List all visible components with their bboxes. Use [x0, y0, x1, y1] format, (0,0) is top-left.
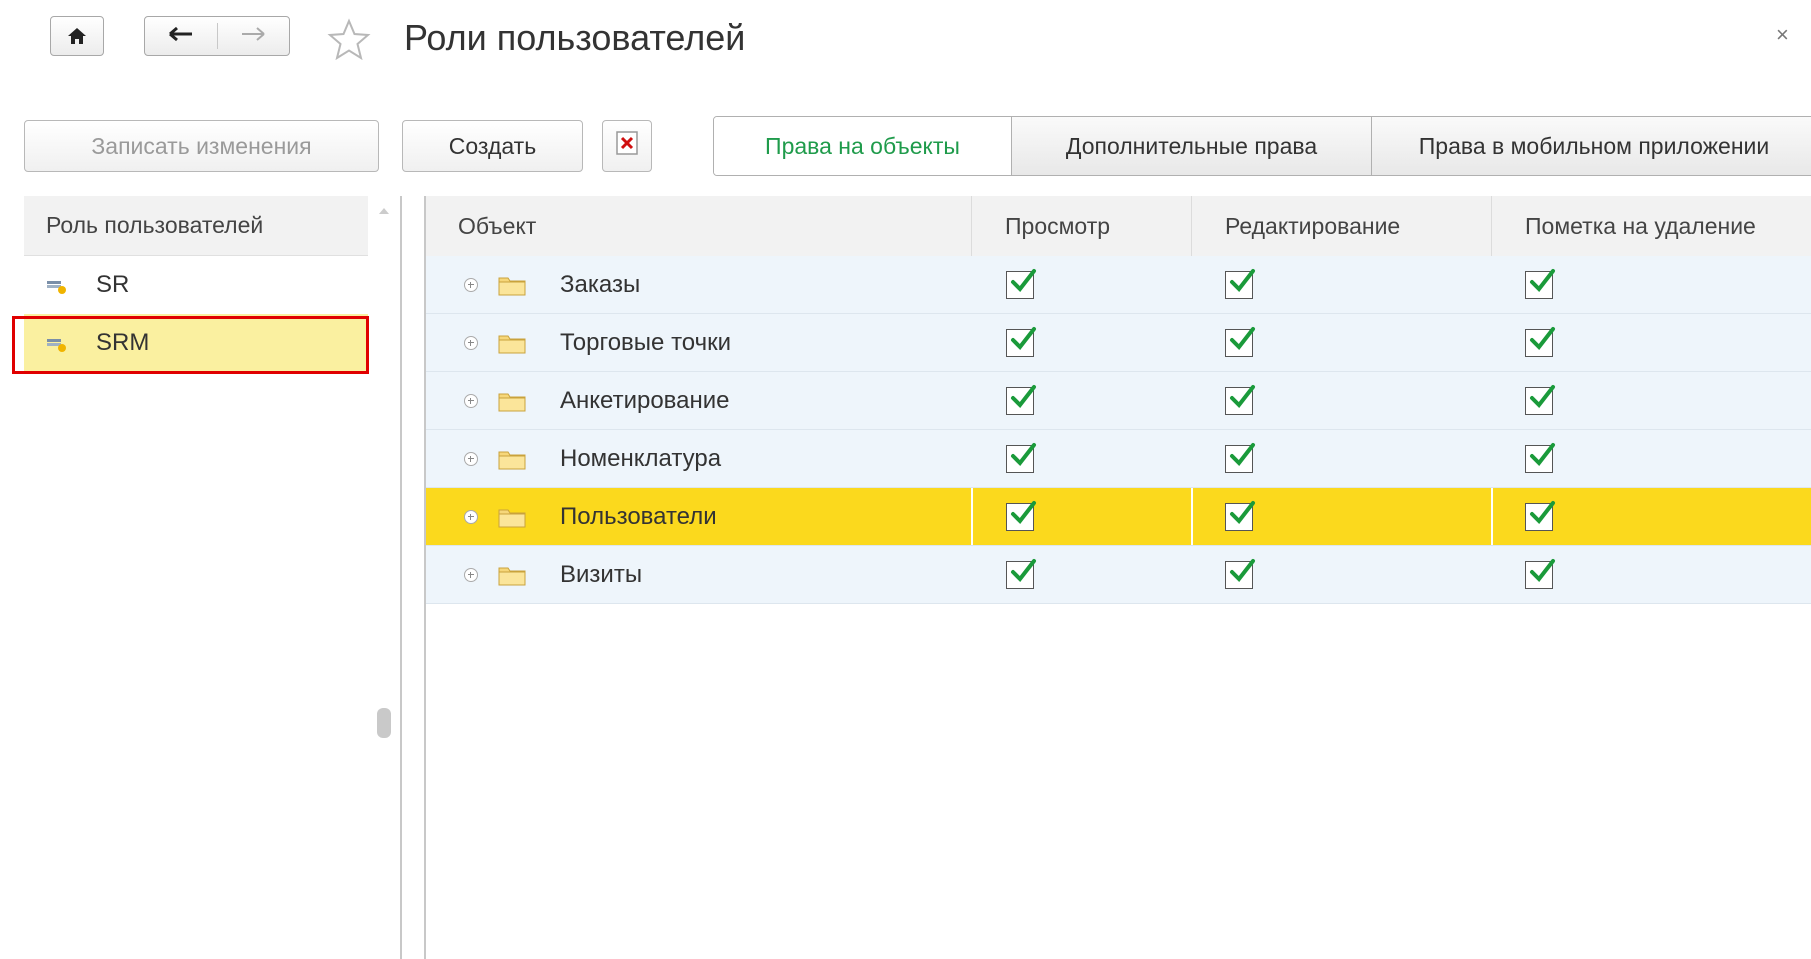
view-checkbox[interactable] [1006, 384, 1036, 415]
delete-mark-checkbox[interactable] [1525, 326, 1555, 357]
edit-cell [1225, 488, 1255, 545]
view-checkbox[interactable] [1006, 268, 1036, 299]
edit-checkbox[interactable] [1225, 500, 1255, 531]
delete-mark-checkbox[interactable] [1525, 558, 1555, 589]
view-cell [1006, 430, 1036, 487]
view-checkbox[interactable] [1006, 500, 1036, 531]
expand-icon[interactable] [464, 567, 478, 582]
favorite-button[interactable] [326, 18, 372, 62]
delete-button[interactable] [602, 120, 652, 172]
edit-cell [1225, 430, 1255, 487]
delete-mark-checkbox[interactable] [1525, 268, 1555, 299]
expand-icon[interactable] [464, 335, 478, 350]
create-button[interactable]: Создать [402, 120, 583, 172]
folder-icon [498, 390, 526, 412]
object-cell: Торговые точки [464, 314, 731, 371]
delete-mark-cell [1525, 488, 1555, 545]
object-cell: Пользователи [464, 488, 717, 545]
role-item-sr[interactable]: SR [24, 256, 368, 314]
column-edit[interactable]: Редактирование [1191, 196, 1491, 256]
folder-icon [498, 332, 526, 354]
delete-mark-cell [1525, 372, 1555, 429]
page-title: Роли пользователей [404, 17, 746, 58]
object-name: Заказы [560, 270, 641, 298]
edit-checkbox[interactable] [1225, 558, 1255, 589]
arrow-left-icon [168, 26, 194, 47]
rights-table-header: Объект Просмотр Редактирование Пометка н… [426, 196, 1811, 257]
view-cell [1006, 314, 1036, 371]
rights-table: Объект Просмотр Редактирование Пометка н… [424, 196, 1811, 959]
table-row[interactable]: Заказы [426, 256, 1811, 314]
history-navigation [144, 16, 290, 56]
table-row[interactable]: Номенклатура [426, 430, 1811, 488]
star-icon [326, 18, 372, 64]
role-label: SR [96, 271, 130, 298]
roles-list: Роль пользователей SR SRM [24, 196, 402, 959]
object-name: Визиты [560, 560, 643, 588]
home-icon [66, 26, 88, 46]
expand-icon[interactable] [464, 277, 478, 292]
object-cell: Визиты [464, 546, 642, 603]
back-button[interactable] [145, 17, 217, 55]
delete-icon [616, 131, 638, 161]
table-row[interactable]: Торговые точки [426, 314, 1811, 372]
view-checkbox[interactable] [1006, 326, 1036, 357]
view-checkbox[interactable] [1006, 442, 1036, 473]
delete-mark-checkbox[interactable] [1525, 500, 1555, 531]
edit-checkbox[interactable] [1225, 326, 1255, 357]
edit-cell [1225, 546, 1255, 603]
roles-list-header: Роль пользователей [24, 196, 368, 256]
object-cell: Заказы [464, 256, 640, 313]
object-cell: Номенклатура [464, 430, 721, 487]
column-view[interactable]: Просмотр [971, 196, 1191, 256]
scroll-up-arrow[interactable] [379, 208, 389, 214]
table-row[interactable]: Визиты [426, 546, 1811, 604]
object-name: Номенклатура [560, 444, 722, 472]
edit-checkbox[interactable] [1225, 384, 1255, 415]
edit-cell [1225, 314, 1255, 371]
delete-mark-cell [1525, 256, 1555, 313]
object-name: Анкетирование [560, 386, 730, 414]
home-button[interactable] [50, 16, 104, 56]
delete-mark-cell [1525, 430, 1555, 487]
view-cell [1006, 256, 1036, 313]
table-row[interactable]: Анкетирование [426, 372, 1811, 430]
selection-highlight-frame [12, 316, 369, 374]
object-cell: Анкетирование [464, 372, 730, 429]
tab-mobile-rights[interactable]: Права в мобильном приложении [1371, 117, 1811, 175]
edit-cell [1225, 372, 1255, 429]
edit-cell [1225, 256, 1255, 313]
forward-button[interactable] [218, 17, 290, 55]
delete-mark-checkbox[interactable] [1525, 384, 1555, 415]
role-icon [46, 275, 70, 295]
expand-icon[interactable] [464, 509, 478, 524]
edit-checkbox[interactable] [1225, 442, 1255, 473]
view-cell [1006, 488, 1036, 545]
table-row[interactable]: Пользователи [426, 488, 1811, 546]
view-cell [1006, 546, 1036, 603]
view-cell [1006, 372, 1036, 429]
close-button[interactable]: × [1776, 22, 1789, 48]
tab-object-rights[interactable]: Права на объекты [714, 117, 1011, 175]
view-checkbox[interactable] [1006, 558, 1036, 589]
folder-icon [498, 506, 526, 528]
arrow-right-icon [240, 26, 266, 47]
rights-tabs: Права на объекты Дополнительные права Пр… [713, 116, 1811, 176]
object-name: Торговые точки [560, 328, 732, 356]
save-changes-button[interactable]: Записать изменения [24, 120, 379, 172]
folder-icon [498, 564, 526, 586]
roles-scrollbar-thumb[interactable] [377, 708, 391, 738]
expand-icon[interactable] [464, 451, 478, 466]
delete-mark-cell [1525, 546, 1555, 603]
object-name: Пользователи [560, 502, 717, 530]
column-object[interactable]: Объект [426, 196, 971, 256]
tab-additional-rights[interactable]: Дополнительные права [1011, 117, 1371, 175]
edit-checkbox[interactable] [1225, 268, 1255, 299]
delete-mark-checkbox[interactable] [1525, 442, 1555, 473]
delete-mark-cell [1525, 314, 1555, 371]
folder-icon [498, 448, 526, 470]
folder-icon [498, 274, 526, 296]
column-delete-mark[interactable]: Пометка на удаление [1491, 196, 1811, 256]
expand-icon[interactable] [464, 393, 478, 408]
